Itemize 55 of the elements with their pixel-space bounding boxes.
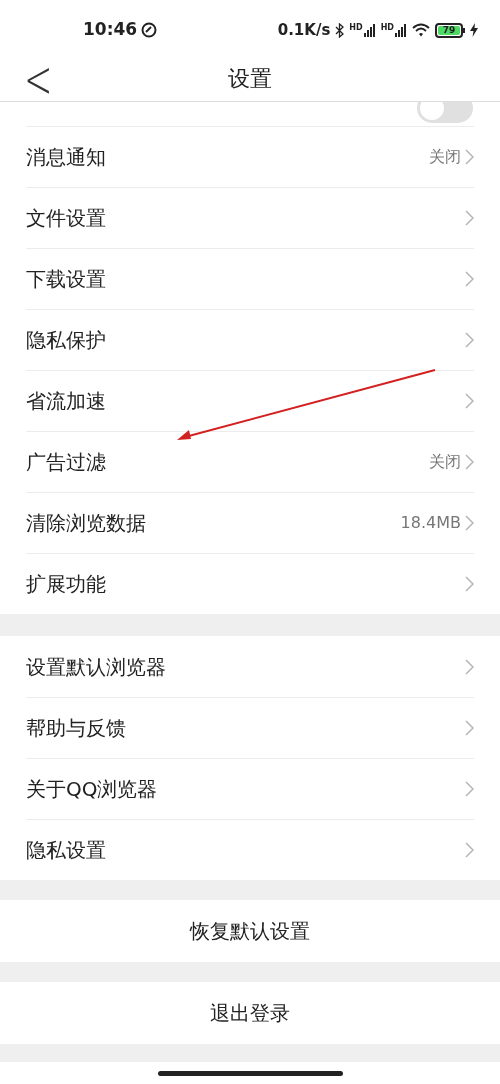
chevron-icon xyxy=(465,393,474,409)
battery-level: 79 xyxy=(442,25,456,35)
chevron-icon xyxy=(465,576,474,592)
row-label: 文件设置 xyxy=(26,205,106,232)
chevron-icon xyxy=(465,454,474,470)
settings-row[interactable]: 帮助与反馈 xyxy=(26,697,474,758)
notification-icon xyxy=(141,22,158,38)
row-value: 18.4MB xyxy=(400,512,461,534)
hd-label: HD xyxy=(349,23,363,32)
chevron-icon xyxy=(465,271,474,287)
home-indicator[interactable] xyxy=(157,1070,343,1076)
settings-row[interactable]: 下载设置 xyxy=(26,248,474,309)
chevron-icon xyxy=(465,332,474,348)
action-button[interactable]: 退出登录 xyxy=(0,982,500,1044)
settings-row[interactable]: 隐私保护 xyxy=(26,309,474,370)
signal-icon xyxy=(363,23,376,37)
network-speed: 0.1K/s xyxy=(277,19,331,41)
bluetooth-icon xyxy=(335,22,345,38)
settings-row[interactable]: 清除浏览数据 18.4MB xyxy=(26,492,474,553)
charging-icon xyxy=(470,23,478,37)
row-label: 设置默认浏览器 xyxy=(26,654,166,681)
settings-row[interactable]: 隐私设置 xyxy=(26,819,474,880)
chevron-icon xyxy=(465,842,474,858)
status-time: 10:46 xyxy=(83,18,138,42)
row-label: 关于QQ浏览器 xyxy=(26,776,158,803)
chevron-icon xyxy=(465,515,474,531)
chevron-icon xyxy=(465,720,474,736)
toggle-switch[interactable] xyxy=(417,102,473,123)
row-label: 隐私保护 xyxy=(26,327,106,354)
action-button[interactable]: 恢复默认设置 xyxy=(0,900,500,962)
row-value: 关闭 xyxy=(429,146,461,168)
chevron-icon xyxy=(465,210,474,226)
hd-label: HD xyxy=(380,23,394,32)
page-title: 设置 xyxy=(228,65,272,93)
back-button[interactable]: < xyxy=(24,53,53,104)
signal-icon xyxy=(395,23,407,37)
row-label: 扩展功能 xyxy=(26,571,106,598)
chevron-icon xyxy=(465,149,474,165)
wifi-icon xyxy=(412,23,430,37)
row-label: 帮助与反馈 xyxy=(26,715,126,742)
settings-row[interactable]: 扩展功能 xyxy=(26,553,474,614)
chevron-icon xyxy=(465,781,474,797)
row-label: 清除浏览数据 xyxy=(26,510,146,537)
row-value: 关闭 xyxy=(429,451,461,473)
row-label: 隐私设置 xyxy=(26,837,106,864)
settings-row[interactable]: 设置默认浏览器 xyxy=(26,636,474,697)
settings-row[interactable]: 关于QQ浏览器 xyxy=(26,758,474,819)
row-label: 省流加速 xyxy=(26,388,106,415)
row-label: 广告过滤 xyxy=(26,449,106,476)
row-label: 下载设置 xyxy=(26,266,106,293)
settings-row[interactable]: 省流加速 xyxy=(26,370,474,431)
settings-row[interactable]: 消息通知 关闭 xyxy=(26,126,474,187)
row-label: 消息通知 xyxy=(26,144,106,171)
settings-row[interactable]: 文件设置 xyxy=(26,187,474,248)
chevron-icon xyxy=(465,659,474,675)
